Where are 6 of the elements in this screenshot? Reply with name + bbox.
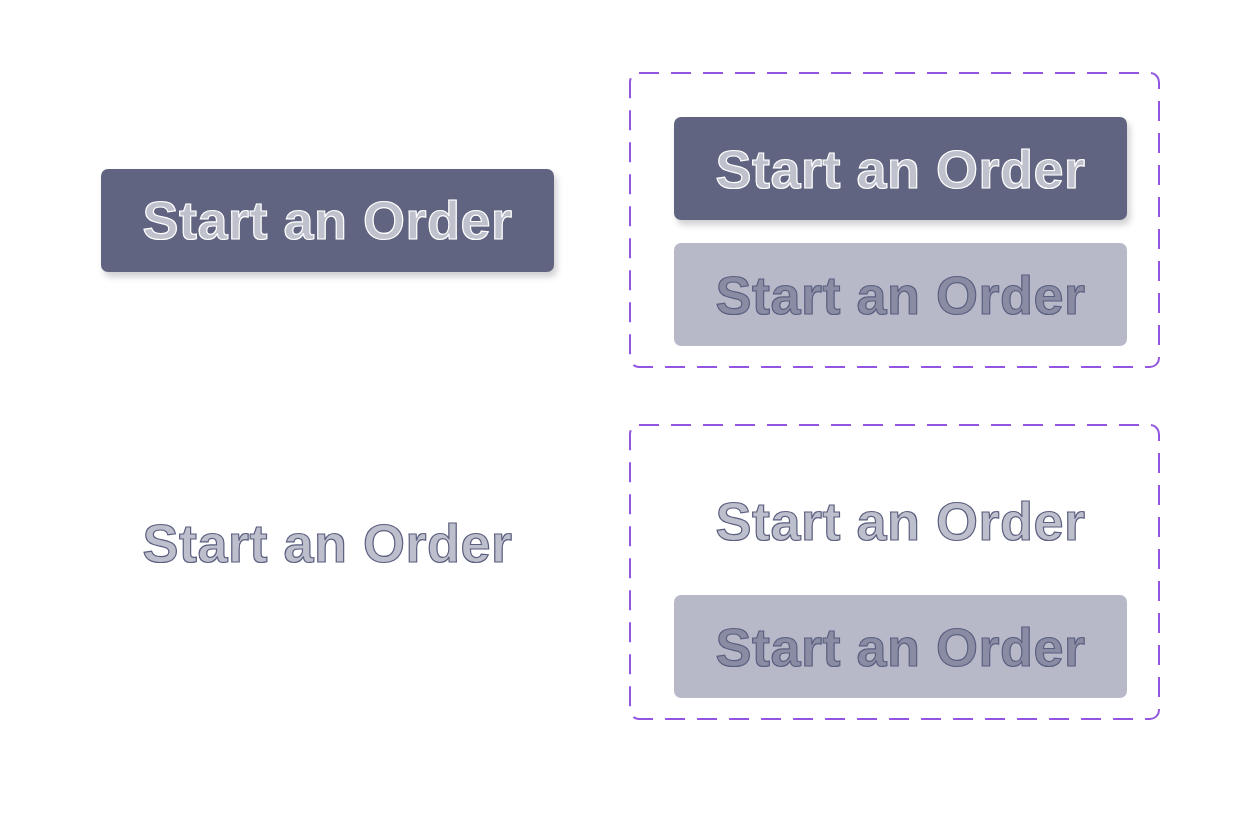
start-order-button[interactable]: Start an Order [101,491,554,594]
start-order-button[interactable]: Start an Order [674,469,1127,572]
start-order-button[interactable]: Start an Order [101,168,554,272]
start-order-button[interactable]: Start an Order [674,595,1127,698]
start-order-button[interactable]: Start an Order [674,243,1127,346]
start-order-button[interactable]: Start an Order [674,117,1127,220]
